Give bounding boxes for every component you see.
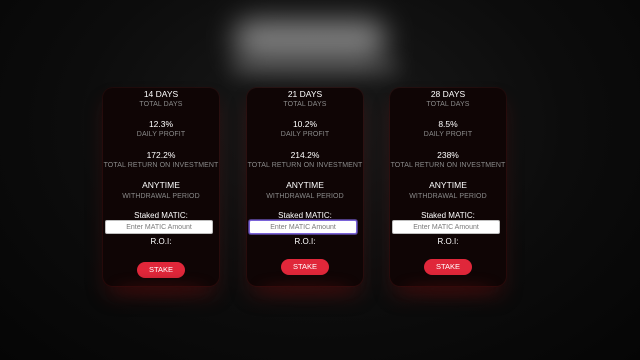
daily-profit-label: DAILY PROFIT [136, 131, 186, 138]
plan-card-21-days: 21 DAYS TOTAL DAYS 10.2% DAILY PROFIT 21… [247, 88, 363, 286]
withdrawal-period-value: ANYTIME [142, 180, 180, 190]
roi-label: R.O.I: [294, 237, 316, 246]
total-return-label: TOTAL RETURN ON INVESTMENT [103, 162, 219, 169]
plan-card-14-days: 14 DAYS TOTAL DAYS 12.3% DAILY PROFIT 17… [103, 88, 219, 286]
total-return-label: TOTAL RETURN ON INVESTMENT [390, 162, 506, 169]
stake-button[interactable]: STAKE [424, 259, 472, 275]
matic-amount-input[interactable] [249, 220, 357, 234]
withdrawal-period-value: ANYTIME [286, 180, 324, 190]
roi-label: R.O.I: [150, 237, 172, 246]
withdrawal-period-label: WITHDRAWAL PERIOD [409, 193, 487, 200]
matic-amount-input[interactable] [392, 220, 500, 234]
daily-profit-value: 10.2% [292, 119, 318, 129]
total-return-value: 238% [437, 150, 459, 160]
matic-amount-input[interactable] [105, 220, 213, 234]
stake-button[interactable]: STAKE [137, 262, 185, 278]
total-days-value: 21 DAYS [287, 89, 323, 99]
daily-profit-label: DAILY PROFIT [280, 131, 330, 138]
total-days-label: TOTAL DAYS [139, 101, 183, 108]
withdrawal-period-value: ANYTIME [429, 180, 467, 190]
blurred-background-logo [235, 20, 385, 60]
total-days-label: TOTAL DAYS [283, 101, 327, 108]
total-days-value: 14 DAYS [143, 89, 179, 99]
blurred-background-text [230, 62, 400, 74]
total-return-value: 172.2% [146, 150, 176, 160]
total-return-label: TOTAL RETURN ON INVESTMENT [247, 162, 363, 169]
daily-profit-value: 12.3% [148, 119, 174, 129]
withdrawal-period-label: WITHDRAWAL PERIOD [122, 193, 200, 200]
plan-card-28-days: 28 DAYS TOTAL DAYS 8.5% DAILY PROFIT 238… [390, 88, 506, 286]
total-days-label: TOTAL DAYS [426, 101, 470, 108]
roi-label: R.O.I: [437, 237, 459, 246]
withdrawal-period-label: WITHDRAWAL PERIOD [266, 193, 344, 200]
daily-profit-label: DAILY PROFIT [423, 131, 473, 138]
staking-page: 14 DAYS TOTAL DAYS 12.3% DAILY PROFIT 17… [0, 0, 640, 360]
daily-profit-value: 8.5% [438, 119, 458, 129]
total-days-value: 28 DAYS [430, 89, 466, 99]
total-return-value: 214.2% [290, 150, 320, 160]
stake-button[interactable]: STAKE [281, 259, 329, 275]
